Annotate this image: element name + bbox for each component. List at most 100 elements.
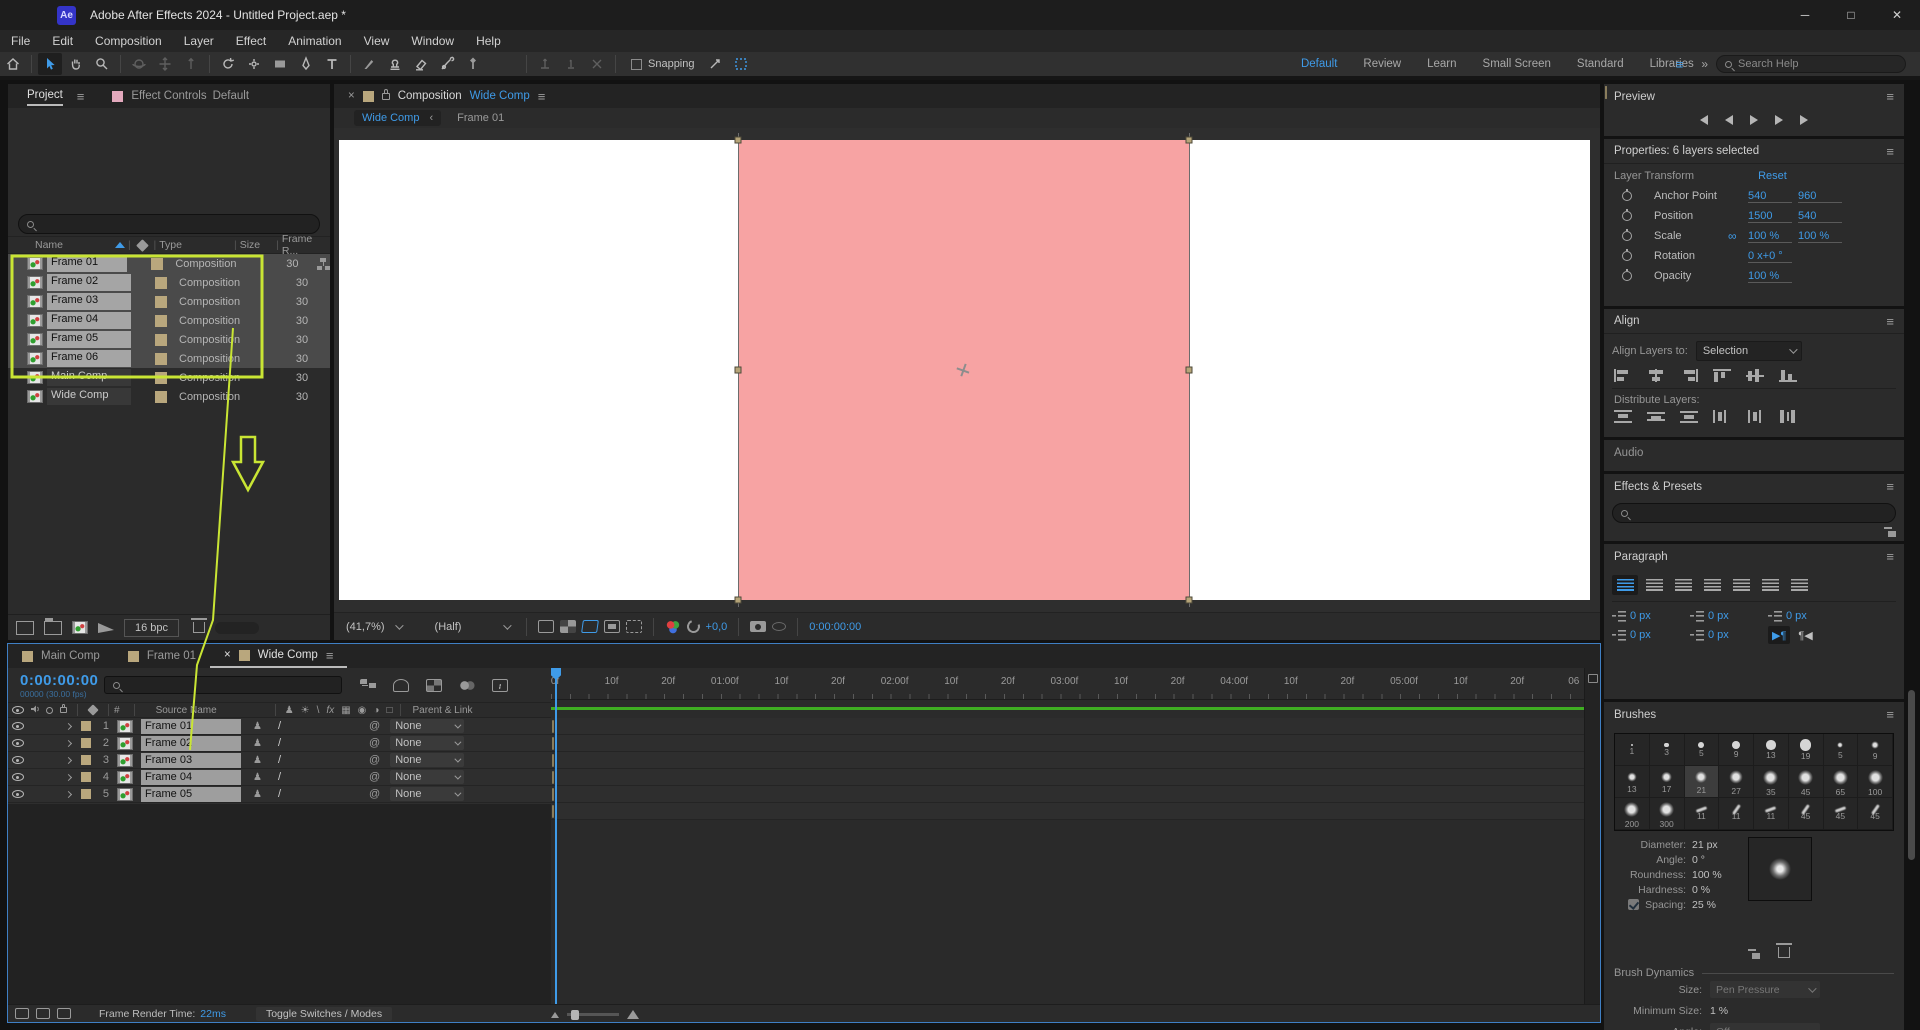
- brush-preset[interactable]: 21: [1685, 766, 1720, 798]
- label-swatch[interactable]: [155, 391, 167, 403]
- paragraph-align-button-4[interactable]: [1728, 575, 1754, 595]
- paragraph-align-button-5[interactable]: [1757, 575, 1783, 595]
- parent-pickwhip-icon[interactable]: @: [369, 771, 380, 783]
- pan-camera-tool[interactable]: [153, 53, 177, 75]
- timeline-layer-row[interactable]: 4 Frame 04 ♟ / @ None: [8, 769, 551, 786]
- paragraph-align-button-3[interactable]: [1699, 575, 1725, 595]
- transparency-grid-icon[interactable]: [560, 620, 576, 633]
- menu-8[interactable]: Help: [465, 34, 512, 48]
- project-item-name[interactable]: Wide Comp: [47, 388, 131, 405]
- paragraph-align-button-0[interactable]: [1612, 575, 1638, 595]
- snap-options-icon[interactable]: [703, 53, 727, 75]
- paragraph-indent-field[interactable]: 0 px: [1768, 610, 1848, 622]
- brush-preset[interactable]: 11: [1719, 798, 1754, 830]
- delete-brush-icon[interactable]: [1778, 947, 1790, 958]
- preview-menu-icon[interactable]: ≡: [1886, 89, 1894, 104]
- dynamics-size-dropdown[interactable]: Pen Pressure: [1710, 981, 1820, 998]
- previous-frame-button[interactable]: [1725, 115, 1733, 125]
- layer-name[interactable]: Frame 05: [141, 787, 241, 802]
- toggle-switches-modes-button[interactable]: Toggle Switches / Modes: [256, 1007, 392, 1021]
- menu-6[interactable]: View: [353, 34, 401, 48]
- exposure-value[interactable]: +0,0: [706, 621, 728, 633]
- effects-search-input[interactable]: [1612, 503, 1896, 523]
- guides-icon[interactable]: [604, 620, 620, 633]
- distribute-right-button[interactable]: [1779, 410, 1797, 423]
- switch-column-icon[interactable]: ♟: [285, 705, 294, 716]
- pen-tool[interactable]: [294, 53, 318, 75]
- layer-quality-switch[interactable]: /: [278, 720, 281, 732]
- zoom-out-icon[interactable]: [551, 1012, 559, 1018]
- workspace-learn[interactable]: Learn: [1427, 58, 1456, 70]
- preview-timecode[interactable]: 0:00:00:00: [809, 621, 861, 633]
- brush-detail-value[interactable]: 100 %: [1692, 869, 1734, 881]
- align-right-button[interactable]: [1680, 369, 1698, 382]
- breadcrumb-current-comp[interactable]: Wide Comp ‹: [354, 110, 441, 126]
- label-swatch[interactable]: [151, 258, 163, 270]
- label-column-icon[interactable]: [87, 704, 98, 715]
- project-panel-menu-icon[interactable]: ≡: [77, 89, 85, 104]
- brushes-menu-icon[interactable]: ≡: [1886, 707, 1894, 722]
- brush-preset[interactable]: 45: [1789, 798, 1824, 830]
- layer-label-swatch[interactable]: [81, 789, 91, 799]
- workspace-menu-icon[interactable]: ≡: [1676, 57, 1684, 72]
- brush-preset[interactable]: 5: [1824, 734, 1859, 766]
- solo-column-icon[interactable]: [46, 707, 53, 714]
- show-snapshot-icon[interactable]: [772, 622, 786, 631]
- composition-viewport[interactable]: [334, 128, 1600, 612]
- parent-dropdown[interactable]: None: [390, 787, 464, 801]
- effects-presets-menu-icon[interactable]: ≡: [1886, 479, 1894, 494]
- resolution-dropdown[interactable]: (Half): [429, 617, 515, 637]
- layer-quality-switch[interactable]: /: [278, 788, 281, 800]
- project-row[interactable]: Frame 02 Composition 30: [8, 273, 330, 292]
- brush-preset[interactable]: 45: [1858, 798, 1893, 830]
- layer-label-swatch[interactable]: [81, 772, 91, 782]
- magnification-dropdown[interactable]: (41,7%): [340, 617, 407, 637]
- label-swatch[interactable]: [155, 296, 167, 308]
- brush-detail-value[interactable]: 21 px: [1692, 839, 1734, 851]
- timecode-value[interactable]: 0:00:00:00: [20, 672, 104, 689]
- sort-ascending-icon[interactable]: [115, 242, 125, 248]
- project-row[interactable]: Wide Comp Composition 30: [8, 387, 330, 406]
- layer-shy-switch[interactable]: ♟: [253, 721, 262, 732]
- label-swatch[interactable]: [155, 353, 167, 365]
- paragraph-indent-field[interactable]: 0 px: [1612, 610, 1682, 622]
- timeline-tab-wide-comp[interactable]: × Wide Comp ≡: [210, 644, 347, 668]
- project-item-name[interactable]: Frame 02: [47, 274, 131, 291]
- menu-3[interactable]: Layer: [173, 34, 225, 48]
- layer-quality-switch[interactable]: /: [278, 771, 281, 783]
- composition-tab-comp-name[interactable]: Wide Comp: [470, 90, 530, 102]
- composition-mini-flowchart-icon[interactable]: [360, 679, 376, 692]
- bit-depth-button[interactable]: 16 bpc: [124, 619, 179, 637]
- timeline-layer-row[interactable]: 5 Frame 05 ♟ / @ None: [8, 786, 551, 803]
- parent-pickwhip-icon[interactable]: @: [369, 788, 380, 800]
- dolly-camera-tool[interactable]: [179, 53, 203, 75]
- layer-expand-chevron[interactable]: [65, 756, 72, 763]
- property-value-y[interactable]: 100 %: [1798, 230, 1842, 243]
- brush-preset[interactable]: 3: [1650, 734, 1685, 766]
- brush-preset[interactable]: 9: [1719, 734, 1754, 766]
- align-bottom-button[interactable]: [1779, 369, 1797, 382]
- distribute-vertical-center-button[interactable]: [1647, 410, 1665, 423]
- duplicate-brush-icon[interactable]: [1748, 949, 1760, 959]
- layer-shy-switch[interactable]: ♟: [253, 738, 262, 749]
- tab-close-icon[interactable]: ×: [224, 649, 231, 661]
- brush-preset[interactable]: 45: [1789, 766, 1824, 798]
- first-frame-button[interactable]: [1700, 115, 1708, 125]
- timeline-layer-row[interactable]: 2 Frame 02 ♟ / @ None: [8, 735, 551, 752]
- dynamics-angle-dropdown[interactable]: Off: [1710, 1023, 1820, 1030]
- properties-menu-icon[interactable]: ≡: [1886, 144, 1894, 159]
- stopwatch-icon[interactable]: [1622, 251, 1632, 261]
- lock-icon[interactable]: [382, 93, 390, 100]
- parent-dropdown[interactable]: None: [390, 736, 464, 750]
- label-swatch[interactable]: [155, 334, 167, 346]
- graph-editor-icon[interactable]: [492, 679, 508, 692]
- spacing-value[interactable]: 25 %: [1692, 899, 1734, 911]
- workspace-small-screen[interactable]: Small Screen: [1483, 58, 1551, 70]
- brush-preset[interactable]: 200: [1615, 798, 1650, 830]
- layer-visibility-icon[interactable]: [12, 790, 24, 798]
- timeline-layer-row[interactable]: 3 Frame 03 ♟ / @ None: [8, 752, 551, 769]
- hand-tool[interactable]: [64, 53, 88, 75]
- layer-duration-bar[interactable]: [552, 771, 554, 784]
- audio-title[interactable]: Audio: [1614, 447, 1643, 459]
- text-direction-ltr-button[interactable]: ▶¶: [1768, 626, 1790, 644]
